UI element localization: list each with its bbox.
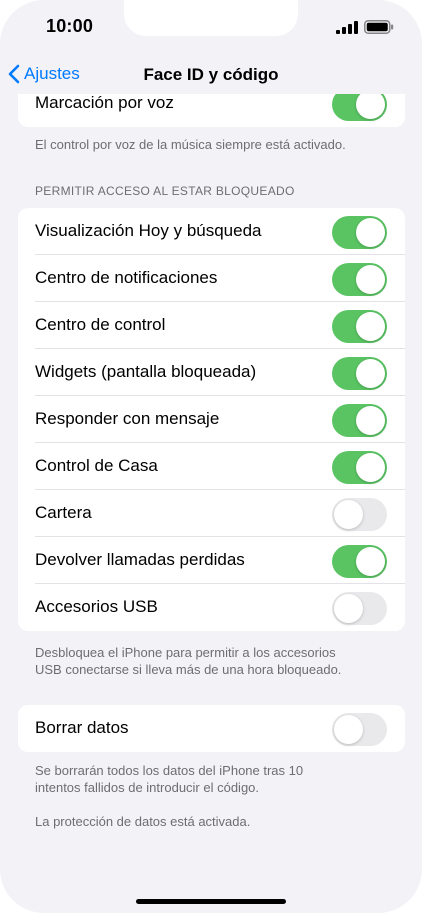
setting-label: Borrar datos	[35, 718, 129, 737]
cellular-signal-icon	[336, 21, 358, 34]
toggle-erase-data[interactable]	[332, 713, 387, 746]
toggle-widgets[interactable]	[332, 357, 387, 390]
setting-row-reply-with-message: Responder con mensaje	[18, 396, 405, 443]
data-protection-note: La protección de datos está activada.	[35, 814, 251, 829]
toggle-knob	[334, 500, 363, 529]
setting-row-home-control: Control de Casa	[18, 443, 405, 490]
toggle-knob	[334, 715, 363, 744]
voice-dial-group: Marcación por voz	[18, 94, 405, 127]
setting-label: Control de Casa	[35, 456, 158, 475]
setting-label: Responder con mensaje	[35, 409, 220, 428]
setting-row-control-center: Centro de control	[18, 302, 405, 349]
toggle-knob	[356, 359, 385, 388]
setting-row-widgets: Widgets (pantalla bloqueada)	[18, 349, 405, 396]
setting-row-notification-center: Centro de notificaciones	[18, 255, 405, 302]
setting-label: Devolver llamadas perdidas	[35, 550, 245, 569]
usb-footnote-line2: USB conectarse si lleva más de una hora …	[35, 662, 342, 677]
toggle-knob	[334, 594, 363, 623]
toggle-knob	[356, 453, 385, 482]
erase-footnote-line2: intentos fallidos de introducir el códig…	[35, 780, 260, 795]
toggle-knob	[356, 265, 385, 294]
setting-label: Centro de notificaciones	[35, 268, 218, 287]
toggle-return-missed-calls[interactable]	[332, 545, 387, 578]
setting-row-voice-dial: Marcación por voz	[18, 94, 405, 127]
setting-label: Visualización Hoy y búsqueda	[35, 221, 262, 240]
erase-footnote: Se borrarán todos los datos del iPhone t…	[35, 762, 395, 796]
toggle-reply-with-message[interactable]	[332, 404, 387, 437]
toggle-wallet[interactable]	[332, 498, 387, 531]
status-bar: 10:00	[0, 0, 422, 56]
status-time: 10:00	[46, 16, 94, 36]
setting-row-return-missed-calls: Devolver llamadas perdidas	[18, 537, 405, 584]
toggle-knob	[356, 406, 385, 435]
toggle-control-center[interactable]	[332, 310, 387, 343]
locked-access-group: Visualización Hoy y búsqueda Centro de n…	[18, 208, 405, 631]
section-header-locked-access: PERMITIR ACCESO AL ESTAR BLOQUEADO	[35, 184, 295, 198]
page-title: Face ID y código	[143, 65, 279, 84]
navigation-bar: Ajustes Face ID y código	[0, 56, 422, 94]
phone-screen: 10:00 Ajustes Face ID y código Marcación…	[0, 0, 422, 913]
toggle-knob	[356, 312, 385, 341]
battery-icon	[364, 20, 394, 34]
setting-row-today-view: Visualización Hoy y búsqueda	[18, 208, 405, 255]
toggle-home-control[interactable]	[332, 451, 387, 484]
setting-label: Centro de control	[35, 315, 166, 334]
setting-row-usb-accessories: Accesorios USB	[18, 584, 405, 631]
usb-footnote-line1: Desbloquea el iPhone para permitir a los…	[35, 645, 336, 660]
toggle-knob	[356, 94, 385, 119]
settings-list[interactable]: Marcación por voz El control por voz de …	[0, 94, 422, 913]
setting-label: Marcación por voz	[35, 94, 174, 112]
home-indicator[interactable]	[136, 899, 286, 904]
voice-control-footnote: El control por voz de la música siempre …	[35, 137, 346, 152]
erase-data-group: Borrar datos	[18, 705, 405, 752]
toggle-usb-accessories[interactable]	[332, 592, 387, 625]
setting-label: Widgets (pantalla bloqueada)	[35, 362, 257, 381]
toggle-knob	[356, 218, 385, 247]
setting-label: Cartera	[35, 503, 92, 522]
toggle-today-view[interactable]	[332, 216, 387, 249]
toggle-notification-center[interactable]	[332, 263, 387, 296]
toggle-voice-dial[interactable]	[332, 94, 387, 121]
toggle-knob	[356, 547, 385, 576]
setting-label: Accesorios USB	[35, 597, 158, 616]
usb-footnote: Desbloquea el iPhone para permitir a los…	[35, 644, 395, 678]
setting-row-erase-data: Borrar datos	[18, 705, 405, 752]
notch	[124, 0, 298, 36]
erase-footnote-line1: Se borrarán todos los datos del iPhone t…	[35, 763, 304, 778]
setting-row-wallet: Cartera	[18, 490, 405, 537]
